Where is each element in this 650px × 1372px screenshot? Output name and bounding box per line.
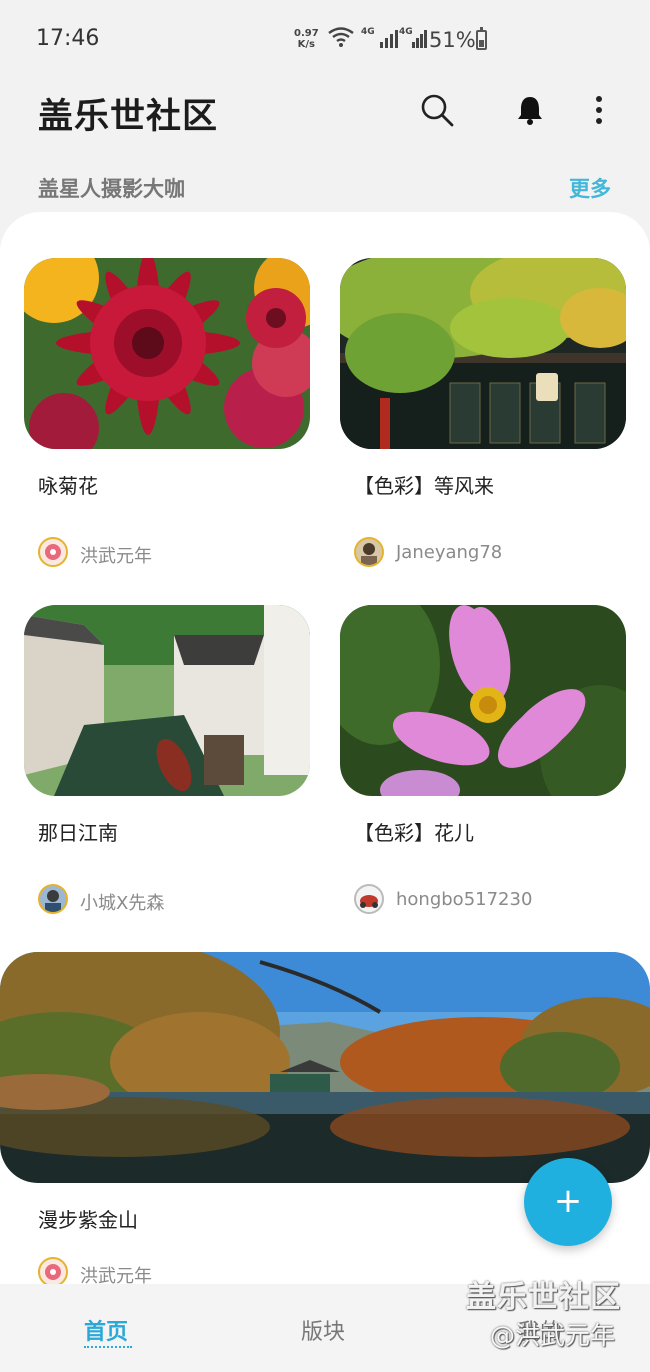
create-post-button[interactable]: + <box>524 1158 612 1246</box>
more-link[interactable]: 更多 <box>569 173 611 203</box>
post-card[interactable]: 咏菊花 洪武元年 <box>24 258 334 578</box>
wifi-icon <box>328 27 354 47</box>
status-time: 17:46 <box>36 26 100 51</box>
post-photo-ginkgo[interactable] <box>340 258 626 449</box>
post-photo-chrysanthemum[interactable] <box>24 258 310 449</box>
author-name[interactable]: 洪武元年 <box>80 542 152 568</box>
post-card[interactable]: 【色彩】等风来 Janeyang78 <box>340 258 650 578</box>
signal-icon-2 <box>412 30 427 48</box>
network-type-1: 4G <box>361 27 375 37</box>
post-title[interactable]: 【色彩】花儿 <box>354 817 474 846</box>
author-name[interactable]: Janeyang78 <box>396 542 502 563</box>
active-tab-indicator <box>84 1346 132 1348</box>
avatar[interactable] <box>354 884 384 914</box>
search-icon[interactable] <box>419 92 455 128</box>
signal-icon <box>380 30 398 48</box>
plus-icon: + <box>553 1181 583 1221</box>
nav-tab-home[interactable]: 首页 <box>84 1314 128 1346</box>
network-speed-value: 0.97 <box>294 28 319 39</box>
network-type-2: 4G <box>399 27 413 37</box>
watermark-author: @洪武元年 <box>490 1321 616 1350</box>
avatar[interactable] <box>38 537 68 567</box>
author-name[interactable]: 小城X先森 <box>80 889 164 915</box>
post-photo-cosmos[interactable] <box>340 605 626 796</box>
network-speed: 0.97 K/s <box>294 28 319 50</box>
battery-icon <box>476 27 487 50</box>
app-title: 盖乐世社区 <box>38 97 219 137</box>
section-title: 盖星人摄影大咖 <box>38 177 185 201</box>
post-title[interactable]: 那日江南 <box>38 817 118 846</box>
network-speed-unit: K/s <box>297 39 316 50</box>
post-card[interactable]: 【色彩】花儿 hongbo517230 <box>340 605 650 925</box>
avatar[interactable] <box>38 1257 68 1287</box>
post-card[interactable]: 那日江南 小城X先森 <box>24 605 334 925</box>
featured-title[interactable]: 漫步紫金山 <box>38 1204 138 1233</box>
more-vertical-icon[interactable] <box>582 92 618 128</box>
avatar[interactable] <box>354 537 384 567</box>
post-title[interactable]: 咏菊花 <box>38 470 98 499</box>
status-bar: 17:46 0.97 K/s 4G 4G 51% <box>0 0 650 80</box>
watermark-brand: 盖乐世社区 <box>466 1280 621 1315</box>
featured-photo[interactable] <box>0 952 650 1183</box>
post-photo-canal[interactable] <box>24 605 310 796</box>
post-title[interactable]: 【色彩】等风来 <box>354 470 494 499</box>
bell-icon[interactable] <box>512 92 548 128</box>
avatar[interactable] <box>38 884 68 914</box>
nav-tab-board[interactable]: 版块 <box>301 1314 345 1346</box>
battery-percent: 51% <box>429 28 476 52</box>
author-name[interactable]: hongbo517230 <box>396 889 532 910</box>
